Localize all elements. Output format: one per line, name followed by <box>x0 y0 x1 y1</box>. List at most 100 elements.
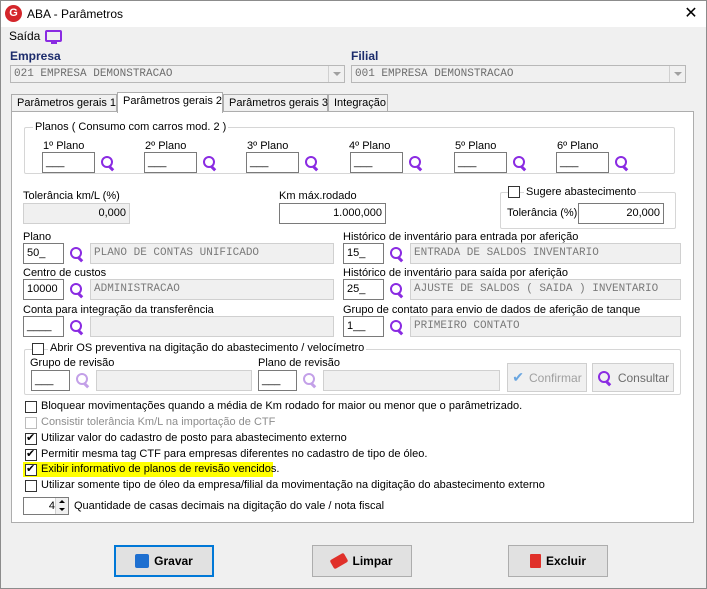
tolerancia-pct-input[interactable]: 20,000 <box>578 203 664 224</box>
hist-entrada-label: Histórico de inventário para entrada por… <box>343 231 579 243</box>
opt-utilizar-valor-label: Utilizar valor do cadastro de posto para… <box>41 432 347 444</box>
filial-value: 001 EMPRESA DEMONSTRACAO <box>355 68 514 80</box>
grupo-contato-code-input[interactable]: 1__ <box>343 316 384 337</box>
search-icon[interactable] <box>69 246 85 262</box>
search-icon <box>597 370 613 386</box>
filial-label: Filial <box>351 49 379 63</box>
trash-icon <box>529 554 541 568</box>
search-icon[interactable] <box>75 372 91 388</box>
plano-4-label: 4º Plano <box>349 140 391 152</box>
chevron-down-icon[interactable] <box>328 66 344 82</box>
search-icon[interactable] <box>408 155 424 171</box>
excluir-label: Excluir <box>545 554 587 568</box>
opt-permitir-tag-checkbox[interactable] <box>25 447 37 461</box>
search-icon[interactable] <box>304 155 320 171</box>
plano-revisao-label: Plano de revisão <box>258 357 340 369</box>
plano-3-input[interactable]: ___ <box>246 152 299 173</box>
excluir-button[interactable]: Excluir <box>508 545 608 577</box>
plano-3-label: 3º Plano <box>247 140 289 152</box>
confirmar-label: Confirmar <box>529 370 582 385</box>
gravar-button[interactable]: Gravar <box>114 545 214 577</box>
plano-5-input[interactable]: ___ <box>454 152 507 173</box>
spin-down-icon[interactable] <box>55 506 68 514</box>
plano-1-label: 1º Plano <box>43 140 85 152</box>
plano-4-input[interactable]: ___ <box>350 152 403 173</box>
search-icon[interactable] <box>614 155 630 171</box>
hist-saida-label: Histórico de inventário para saída por a… <box>343 267 569 279</box>
casas-decimais-value: 4 <box>48 500 55 512</box>
confirmar-button[interactable]: ✔ Confirmar <box>507 363 587 392</box>
opt-bloquear-checkbox[interactable] <box>25 401 37 413</box>
tab-integracao[interactable]: Integração <box>328 94 388 112</box>
search-icon[interactable] <box>100 155 116 171</box>
plano-6-input[interactable]: ___ <box>556 152 609 173</box>
filial-select[interactable]: 001 EMPRESA DEMONSTRACAO <box>351 65 686 83</box>
os-preventiva-checkbox[interactable] <box>32 343 44 355</box>
tab-parametros-gerais-1[interactable]: Parâmetros gerais 1 <box>11 94 117 112</box>
plano-5-label: 5º Plano <box>455 140 497 152</box>
hist-saida-code-input[interactable]: 25_ <box>343 279 384 300</box>
opt-utilizar-valor-checkbox[interactable] <box>25 431 37 445</box>
empresa-value: 021 EMPRESA DEMONSTRACAO <box>14 68 173 80</box>
opt-bloquear-label: Bloquear movimentações quando a média de… <box>41 400 523 412</box>
empresa-select[interactable]: 021 EMPRESA DEMONSTRACAO <box>10 65 345 83</box>
tab-parametros-gerais-2[interactable]: Parâmetros gerais 2 <box>117 92 223 113</box>
opt-consistir-checkbox[interactable] <box>25 417 37 429</box>
search-icon[interactable] <box>302 372 318 388</box>
conta-integracao-code-input[interactable]: ____ <box>23 316 64 337</box>
plano-desc: PLANO DE CONTAS UNIFICADO <box>90 243 334 264</box>
sugere-checkbox[interactable] <box>508 186 520 198</box>
tab-parametros-gerais-3[interactable]: Parâmetros gerais 3 <box>223 94 328 112</box>
limpar-button[interactable]: Limpar <box>312 545 412 577</box>
search-icon[interactable] <box>69 319 85 335</box>
centro-custos-code-input[interactable]: 10000 <box>23 279 64 300</box>
km-max-input[interactable]: 1.000,000 <box>279 203 386 224</box>
tolerancia-kml-input[interactable]: 0,000 <box>23 203 130 224</box>
grupo-revisao-label: Grupo de revisão <box>30 357 115 369</box>
search-icon[interactable] <box>389 246 405 262</box>
centro-custos-label: Centro de custos <box>23 267 107 279</box>
window-title: ABA - Parâmetros <box>27 7 124 21</box>
search-icon[interactable] <box>202 155 218 171</box>
km-max-label: Km máx.rodado <box>279 190 357 202</box>
menu-saida[interactable]: Saída <box>9 29 40 43</box>
search-icon[interactable] <box>389 319 405 335</box>
consultar-label: Consultar <box>617 370 670 385</box>
search-icon[interactable] <box>389 282 405 298</box>
opt-exibir-informativo-checkbox[interactable] <box>25 462 37 476</box>
opt-somente-oleo-label: Utilizar somente tipo de óleo da empresa… <box>41 479 545 491</box>
plano-6-label: 6º Plano <box>557 140 599 152</box>
limpar-label: Limpar <box>352 554 393 568</box>
plano-2-input[interactable]: ___ <box>144 152 197 173</box>
app-logo-icon: G <box>5 5 22 22</box>
gravar-label: Gravar <box>154 554 193 568</box>
window: G ABA - Parâmetros ✕ Saída Empresa 021 E… <box>0 0 707 589</box>
search-icon[interactable] <box>69 282 85 298</box>
eraser-icon <box>330 552 349 570</box>
consultar-button[interactable]: Consultar <box>592 363 674 392</box>
hist-entrada-code-input[interactable]: 15_ <box>343 243 384 264</box>
os-preventiva-label: Abrir OS preventiva na digitação do abas… <box>48 342 367 354</box>
tolerancia-pct-label: Tolerância (%) <box>507 207 578 219</box>
empresa-label: Empresa <box>10 49 61 63</box>
plano-revisao-input[interactable]: ___ <box>258 370 297 391</box>
grupo-revisao-input[interactable]: ___ <box>31 370 70 391</box>
plano-code-input[interactable]: 50_ <box>23 243 64 264</box>
monitor-icon[interactable] <box>45 30 62 44</box>
casas-decimais-label: Quantidade de casas decimais na digitaçã… <box>74 500 385 512</box>
opt-exibir-informativo-label: Exibir informativo de planos de revisão … <box>41 463 280 475</box>
opt-permitir-tag-label: Permitir mesma tag CTF para empresas dif… <box>41 448 428 460</box>
conta-integracao-desc <box>90 316 334 337</box>
close-icon[interactable]: ✕ <box>677 2 705 26</box>
spin-up-icon[interactable] <box>55 498 68 506</box>
opt-somente-oleo-checkbox[interactable] <box>25 480 37 492</box>
tab-panel: Planos ( Consumo com carros mod. 2 ) 1º … <box>11 111 694 523</box>
opt-consistir-label: Consistir tolerância Km/L na importação … <box>41 416 276 428</box>
search-icon[interactable] <box>512 155 528 171</box>
chevron-down-icon[interactable] <box>669 66 685 82</box>
planos-group-title: Planos ( Consumo com carros mod. 2 ) <box>33 121 229 133</box>
casas-decimais-spinner[interactable]: 4 <box>23 497 69 515</box>
hist-saida-desc: AJUSTE DE SALDOS ( SAIDA ) INVENTARIO <box>410 279 681 300</box>
grupo-contato-desc: PRIMEIRO CONTATO <box>410 316 681 337</box>
plano-1-input[interactable]: ___ <box>42 152 95 173</box>
